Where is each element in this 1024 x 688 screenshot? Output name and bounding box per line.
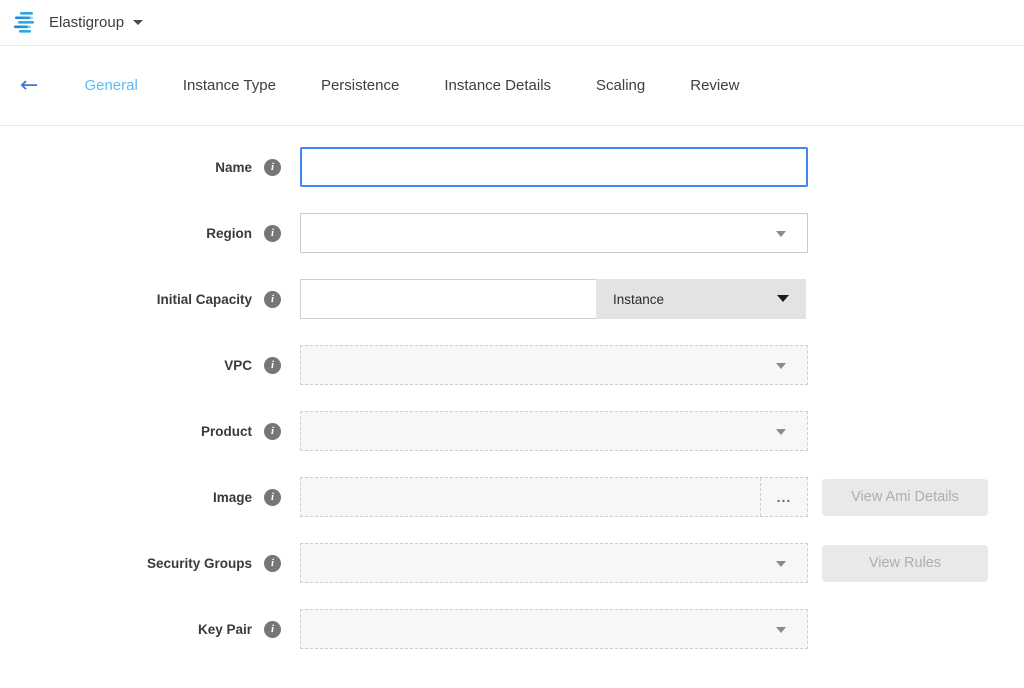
- key-pair-row: Key Pair i: [0, 609, 1024, 649]
- name-info-icon[interactable]: i: [264, 159, 281, 176]
- image-label: Image: [213, 490, 252, 505]
- security-groups-label: Security Groups: [147, 556, 252, 571]
- vpc-row: VPC i: [0, 345, 1024, 385]
- initial-capacity-row: Initial Capacity i Instance: [0, 279, 1024, 319]
- chevron-down-icon: [776, 363, 786, 369]
- tab-persistence[interactable]: Persistence: [321, 77, 399, 94]
- elastigroup-logo-icon: [13, 12, 39, 33]
- app-title: Elastigroup: [49, 14, 124, 31]
- back-arrow-icon[interactable]: ←: [20, 75, 38, 97]
- region-row: Region i: [0, 213, 1024, 253]
- product-label: Product: [201, 424, 252, 439]
- name-input[interactable]: [300, 147, 808, 187]
- view-ami-details-button[interactable]: View Ami Details: [822, 479, 988, 516]
- tab-instance-details[interactable]: Instance Details: [444, 77, 551, 94]
- region-label: Region: [206, 226, 252, 241]
- image-browse-button[interactable]: ...: [760, 478, 807, 516]
- tab-general[interactable]: General: [84, 77, 137, 94]
- tab-scaling[interactable]: Scaling: [596, 77, 645, 94]
- chevron-down-icon: [776, 429, 786, 435]
- security-groups-select[interactable]: [300, 543, 808, 583]
- chevron-down-icon: [776, 231, 786, 237]
- vpc-select[interactable]: [300, 345, 808, 385]
- key-pair-select[interactable]: [300, 609, 808, 649]
- capacity-unit-select[interactable]: Instance: [596, 279, 806, 319]
- view-rules-button[interactable]: View Rules: [822, 545, 988, 582]
- security-groups-info-icon[interactable]: i: [264, 555, 281, 572]
- image-row: Image i ... View Ami Details: [0, 477, 1024, 517]
- general-form: Name i Region i Initial Capacity i Inst: [0, 126, 1024, 649]
- image-input[interactable]: ...: [300, 477, 808, 517]
- key-pair-info-icon[interactable]: i: [264, 621, 281, 638]
- capacity-unit-value: Instance: [613, 292, 664, 307]
- region-info-icon[interactable]: i: [264, 225, 281, 242]
- name-label: Name: [215, 160, 252, 175]
- tab-review[interactable]: Review: [690, 77, 739, 94]
- vpc-label: VPC: [224, 358, 252, 373]
- product-select[interactable]: [300, 411, 808, 451]
- key-pair-label: Key Pair: [198, 622, 252, 637]
- vpc-info-icon[interactable]: i: [264, 357, 281, 374]
- chevron-down-icon: [776, 627, 786, 633]
- name-row: Name i: [0, 147, 1024, 187]
- region-select[interactable]: [300, 213, 808, 253]
- image-info-icon[interactable]: i: [264, 489, 281, 506]
- product-info-icon[interactable]: i: [264, 423, 281, 440]
- product-row: Product i: [0, 411, 1024, 451]
- initial-capacity-info-icon[interactable]: i: [264, 291, 281, 308]
- chevron-down-icon: [776, 561, 786, 567]
- top-header: Elastigroup: [0, 0, 1024, 46]
- initial-capacity-input[interactable]: [300, 279, 596, 319]
- initial-capacity-label: Initial Capacity: [157, 292, 252, 307]
- tab-instance-type[interactable]: Instance Type: [183, 77, 276, 94]
- security-groups-row: Security Groups i View Rules: [0, 543, 1024, 583]
- chevron-down-icon: [777, 295, 789, 302]
- elastigroup-menu-trigger[interactable]: Elastigroup: [13, 12, 143, 33]
- chevron-down-icon: [133, 20, 143, 25]
- wizard-nav: ← General Instance Type Persistence Inst…: [0, 46, 1024, 126]
